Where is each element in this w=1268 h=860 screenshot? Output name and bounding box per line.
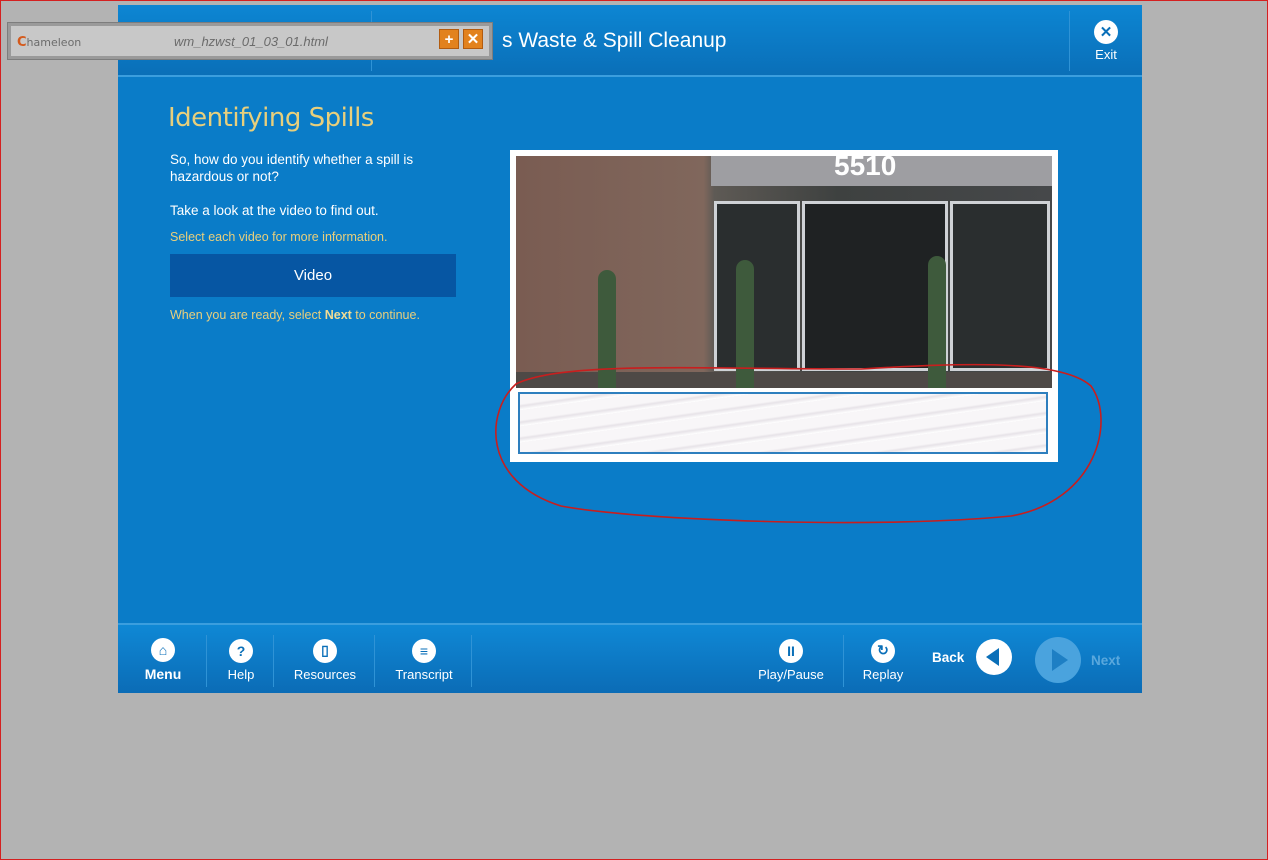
plus-icon[interactable]: + — [439, 29, 459, 49]
help-label: Help — [227, 666, 255, 682]
replay-icon: ↻ — [871, 638, 895, 663]
back-arrow-icon — [976, 639, 1013, 675]
video-button[interactable]: Video — [170, 254, 456, 297]
home-icon: ⌂ — [151, 638, 175, 662]
storefront-number: 5510 — [834, 156, 897, 181]
store-door — [802, 201, 948, 371]
intro-instruction: Take a look at the video to find out. — [170, 203, 379, 218]
help-icon: ? — [229, 638, 253, 663]
next-label: Next — [1091, 652, 1121, 668]
replay-label: Replay — [862, 666, 904, 682]
help-button[interactable]: ? Help — [216, 625, 266, 695]
close-circle-icon: ✕ — [1094, 20, 1118, 44]
player-file-name: wm_hzwst_01_03_01.html — [174, 34, 328, 49]
nav-separator — [273, 635, 274, 687]
video-frame-image: 5510 — [516, 156, 1052, 388]
next-button[interactable]: Next — [1035, 637, 1120, 683]
video-player[interactable]: 5510 — [510, 150, 1058, 462]
player-toolbar: Chameleon wm_hzwst_01_03_01.html + ✕ — [8, 23, 492, 59]
footer-nav-bar: ⌂ Menu ? Help ▯ Resources ≡ Transcript I… — [118, 623, 1142, 693]
chameleon-logo: Chameleon — [17, 35, 81, 50]
nav-separator — [374, 635, 375, 687]
intro-question: So, how do you identify whether a spill … — [170, 152, 414, 184]
ready-next-emphasis: Next — [324, 308, 352, 322]
store-door — [714, 201, 800, 371]
ready-suffix: to continue. — [351, 308, 420, 322]
menu-label: Menu — [144, 666, 182, 682]
exit-label: Exit — [1095, 47, 1117, 62]
transcript-button[interactable]: ≡ Transcript — [388, 625, 460, 695]
bollard — [736, 260, 754, 388]
transcript-label: Transcript — [395, 666, 453, 682]
next-arrow-icon — [1035, 637, 1081, 683]
resources-button[interactable]: ▯ Resources — [288, 625, 362, 695]
course-window: s Waste & Spill Cleanup ✕ Exit Identifyi… — [118, 5, 1142, 693]
exit-button[interactable]: ✕ Exit — [1070, 5, 1142, 77]
back-button[interactable]: Back — [932, 639, 1013, 675]
list-icon: ≡ — [412, 638, 436, 663]
play-pause-label: Play/Pause — [758, 666, 824, 682]
nav-separator — [206, 635, 207, 687]
nav-separator — [843, 635, 844, 687]
video-caption-area — [518, 392, 1048, 454]
store-door — [950, 201, 1050, 371]
close-icon[interactable]: ✕ — [463, 29, 483, 49]
pause-icon: II — [779, 638, 803, 663]
logo-text: hameleon — [26, 36, 82, 49]
bollard — [598, 270, 616, 388]
menu-button[interactable]: ⌂ Menu — [138, 625, 188, 695]
ready-prefix: When you are ready, select — [170, 308, 325, 322]
back-label: Back — [932, 649, 965, 665]
sidewalk — [516, 372, 1052, 388]
logo-initial: C — [17, 35, 27, 50]
ready-instruction: When you are ready, select Next to conti… — [170, 308, 420, 322]
bollard — [928, 256, 946, 388]
course-title: s Waste & Spill Cleanup — [502, 29, 727, 52]
document-icon: ▯ — [313, 638, 337, 663]
replay-button[interactable]: ↻ Replay — [858, 625, 908, 695]
nav-separator — [471, 635, 472, 687]
resources-label: Resources — [293, 666, 357, 682]
select-hint: Select each video for more information. — [170, 230, 388, 244]
page-heading: Identifying Spills — [168, 103, 374, 133]
play-pause-button[interactable]: II Play/Pause — [754, 625, 828, 695]
